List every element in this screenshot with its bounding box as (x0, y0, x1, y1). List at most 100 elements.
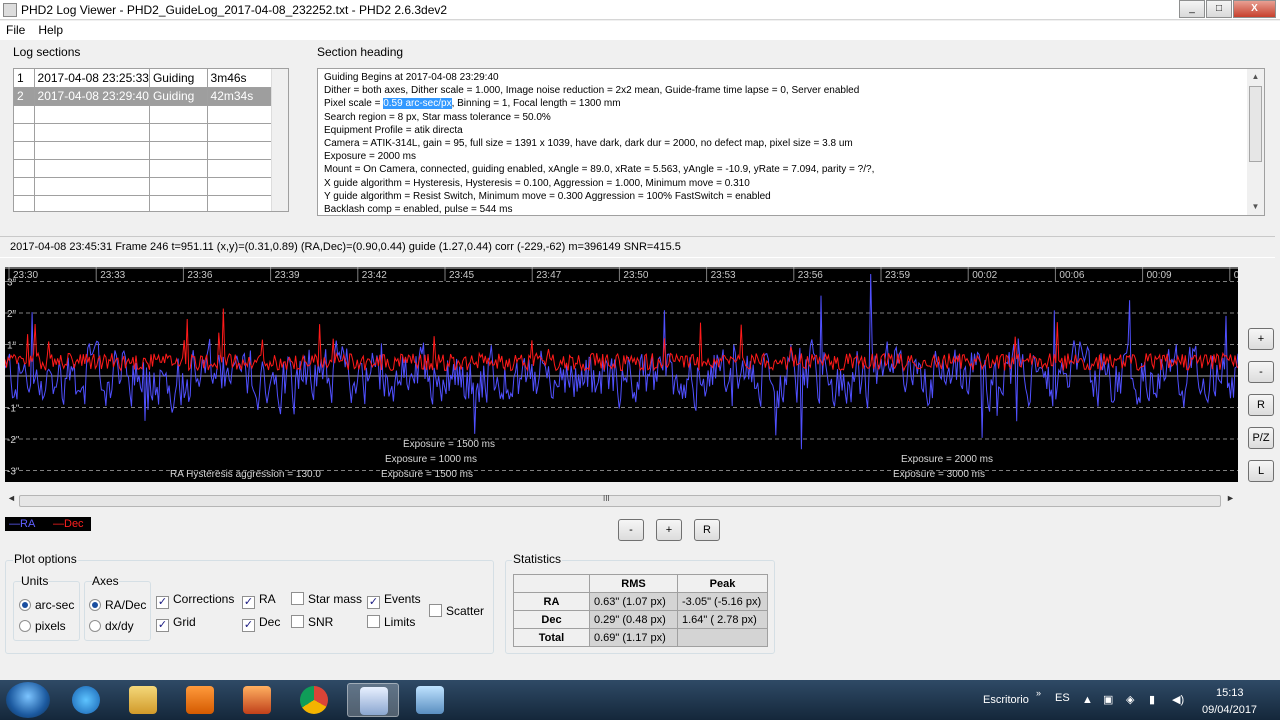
menu-file[interactable]: File (0, 21, 32, 40)
ie-taskbar-button[interactable] (60, 683, 112, 717)
units-pixels-radio[interactable]: pixels (19, 619, 66, 633)
chrome-taskbar-button[interactable] (288, 683, 340, 717)
event-label: Exposure = 1500 ms (403, 439, 495, 450)
bluetooth-icon[interactable]: ◈ (1126, 693, 1134, 706)
app-taskbar-button[interactable] (231, 683, 283, 717)
event-label: Exposure = 3000 ms (893, 469, 985, 480)
radio-off-icon (19, 620, 31, 632)
event-label: Exposure = 2000 ms (901, 454, 993, 465)
phd2-logviewer-taskbar-button[interactable] (347, 683, 399, 717)
tray-expand-icon[interactable]: ▲ (1082, 694, 1093, 706)
reset-y-button[interactable]: R (1248, 394, 1274, 416)
corrections-checkbox[interactable]: ✓ Corrections (156, 592, 234, 609)
guide-graph[interactable]: 23:30 23:33 23:36 23:39 23:42 23:45 23:47 23:50… (5, 267, 1238, 482)
dec-trace (5, 308, 1238, 372)
axes-label: Axes (92, 574, 119, 588)
clock-date[interactable]: 09/04/2017 (1202, 704, 1257, 716)
log-sections-table[interactable]: 1 2017-04-08 23:25:33 Guiding 3m46s 2 20… (13, 68, 289, 212)
section-heading-text[interactable]: Guiding Begins at 2017-04-08 23:29:40 Di… (317, 68, 1265, 216)
scroll-up-icon[interactable]: ▲ (1247, 69, 1264, 85)
language-indicator[interactable]: ES (1055, 692, 1070, 704)
y-axis-label: -3" (7, 467, 20, 478)
row-start: 2017-04-08 23:25:33 (34, 69, 150, 88)
check-icon: ✓ (367, 596, 380, 609)
scroll-track[interactable] (19, 495, 1221, 507)
start-button[interactable] (6, 682, 50, 718)
y-axis-label: -2" (7, 435, 20, 446)
unchecked-box-icon (291, 592, 304, 605)
volume-icon[interactable]: ◀) (1172, 693, 1184, 706)
heading-line: Camera = ATIK-314L, gain = 95, full size… (324, 138, 853, 150)
heading-line: Exposure = 2000 ms (324, 151, 416, 163)
zoom-in-button[interactable]: + (1248, 328, 1274, 350)
axes-dxdy-label: dx/dy (105, 619, 134, 633)
paint-taskbar-button[interactable] (404, 683, 456, 717)
scroll-left-icon[interactable]: ◄ (7, 493, 16, 503)
heading-line: Backlash comp = enabled, pulse = 544 ms (324, 204, 513, 216)
close-button[interactable]: X (1233, 0, 1276, 18)
scatter-label: Scatter (446, 604, 485, 618)
scroll-down-icon[interactable]: ▼ (1247, 199, 1264, 215)
dec-checkbox[interactable]: ✓ Dec (242, 615, 280, 632)
time-label: 23:45 (449, 270, 474, 281)
stats-rms: 0.69" (1.17 px) (589, 628, 678, 647)
empty-row (14, 195, 273, 211)
statistics-label: Statistics (512, 552, 563, 566)
ra-label: RA (259, 592, 276, 606)
selected-text[interactable]: 0.59 arc-sec/px (383, 98, 452, 110)
stats-peak: -3.05" (-5.16 px) (677, 592, 768, 611)
minimize-button[interactable]: _ (1179, 0, 1205, 18)
axes-radec-radio[interactable]: RA/Dec (89, 598, 146, 612)
x-reset-button[interactable]: R (694, 519, 720, 541)
network-icon[interactable]: ▣ (1103, 693, 1113, 706)
limits-button[interactable]: L (1248, 460, 1274, 482)
limits-label: Limits (384, 615, 416, 629)
zoom-out-button[interactable]: - (1248, 361, 1274, 383)
x-zoom-in-button[interactable]: + (656, 519, 682, 541)
maximize-button[interactable]: □ (1206, 0, 1232, 18)
events-checkbox[interactable]: ✓ Events (367, 592, 421, 609)
radio-off-icon (89, 620, 101, 632)
graph-scrollbar[interactable]: ◄ III ► (5, 492, 1238, 509)
media-taskbar-button[interactable] (174, 683, 226, 717)
grid-checkbox[interactable]: ✓ Grid (156, 615, 196, 632)
heading-line: Mount = On Camera, connected, guiding en… (324, 164, 875, 176)
scatter-checkbox[interactable]: Scatter (429, 604, 484, 618)
table-row[interactable]: 1 2017-04-08 23:25:33 Guiding 3m46s (14, 69, 273, 88)
scroll-thumb[interactable] (1249, 86, 1262, 162)
time-label: 00:02 (972, 270, 997, 281)
heading-line: X guide algorithm = Hysteresis, Hysteres… (324, 177, 750, 189)
signal-icon[interactable]: ▮ (1149, 693, 1155, 706)
empty-row (14, 123, 273, 142)
clock-time[interactable]: 15:13 (1216, 687, 1244, 699)
pixel-scale-prefix: Pixel scale = (324, 98, 384, 110)
units-arcsec-radio[interactable]: arc-sec (19, 598, 74, 612)
empty-row (14, 177, 273, 196)
empty-row (14, 159, 273, 178)
pixel-scale-rest: Binning = 1, Focal length = 1300 mm (457, 98, 621, 110)
x-zoom-out-button[interactable]: - (618, 519, 644, 541)
scroll-right-icon[interactable]: ► (1226, 493, 1235, 503)
table-scrollbar[interactable] (271, 69, 288, 211)
pan-zoom-button[interactable]: P/Z (1248, 427, 1274, 449)
snr-checkbox[interactable]: SNR (291, 615, 333, 629)
table-row-selected[interactable]: 2 2017-04-08 23:29:40 Guiding 42m34s (14, 87, 273, 106)
time-label: 00:09 (1147, 270, 1172, 281)
events-label: Events (384, 592, 421, 606)
stats-rms: 0.29" (0.48 px) (589, 610, 678, 629)
menu-help[interactable]: Help (32, 21, 70, 40)
folder-icon (129, 686, 157, 714)
axes-dxdy-radio[interactable]: dx/dy (89, 619, 134, 633)
chevron-up-icon[interactable]: » (1036, 688, 1041, 698)
ra-checkbox[interactable]: ✓ RA (242, 592, 276, 609)
legend-dec: —Dec (53, 518, 84, 530)
desktop-toolbar-label[interactable]: Escritorio (983, 694, 1029, 706)
heading-line-pixel-scale: Pixel scale = 0.59 arc-sec/px, Binning =… (324, 98, 621, 110)
heading-scrollbar[interactable]: ▲ ▼ (1247, 69, 1264, 215)
time-label: 23:47 (536, 270, 561, 281)
star-mass-checkbox[interactable]: Star mass (291, 592, 362, 606)
limits-checkbox[interactable]: Limits (367, 615, 415, 629)
window-controls: _ □ X (1178, 0, 1276, 18)
legend-ra: —RA (9, 518, 36, 530)
explorer-taskbar-button[interactable] (117, 683, 169, 717)
